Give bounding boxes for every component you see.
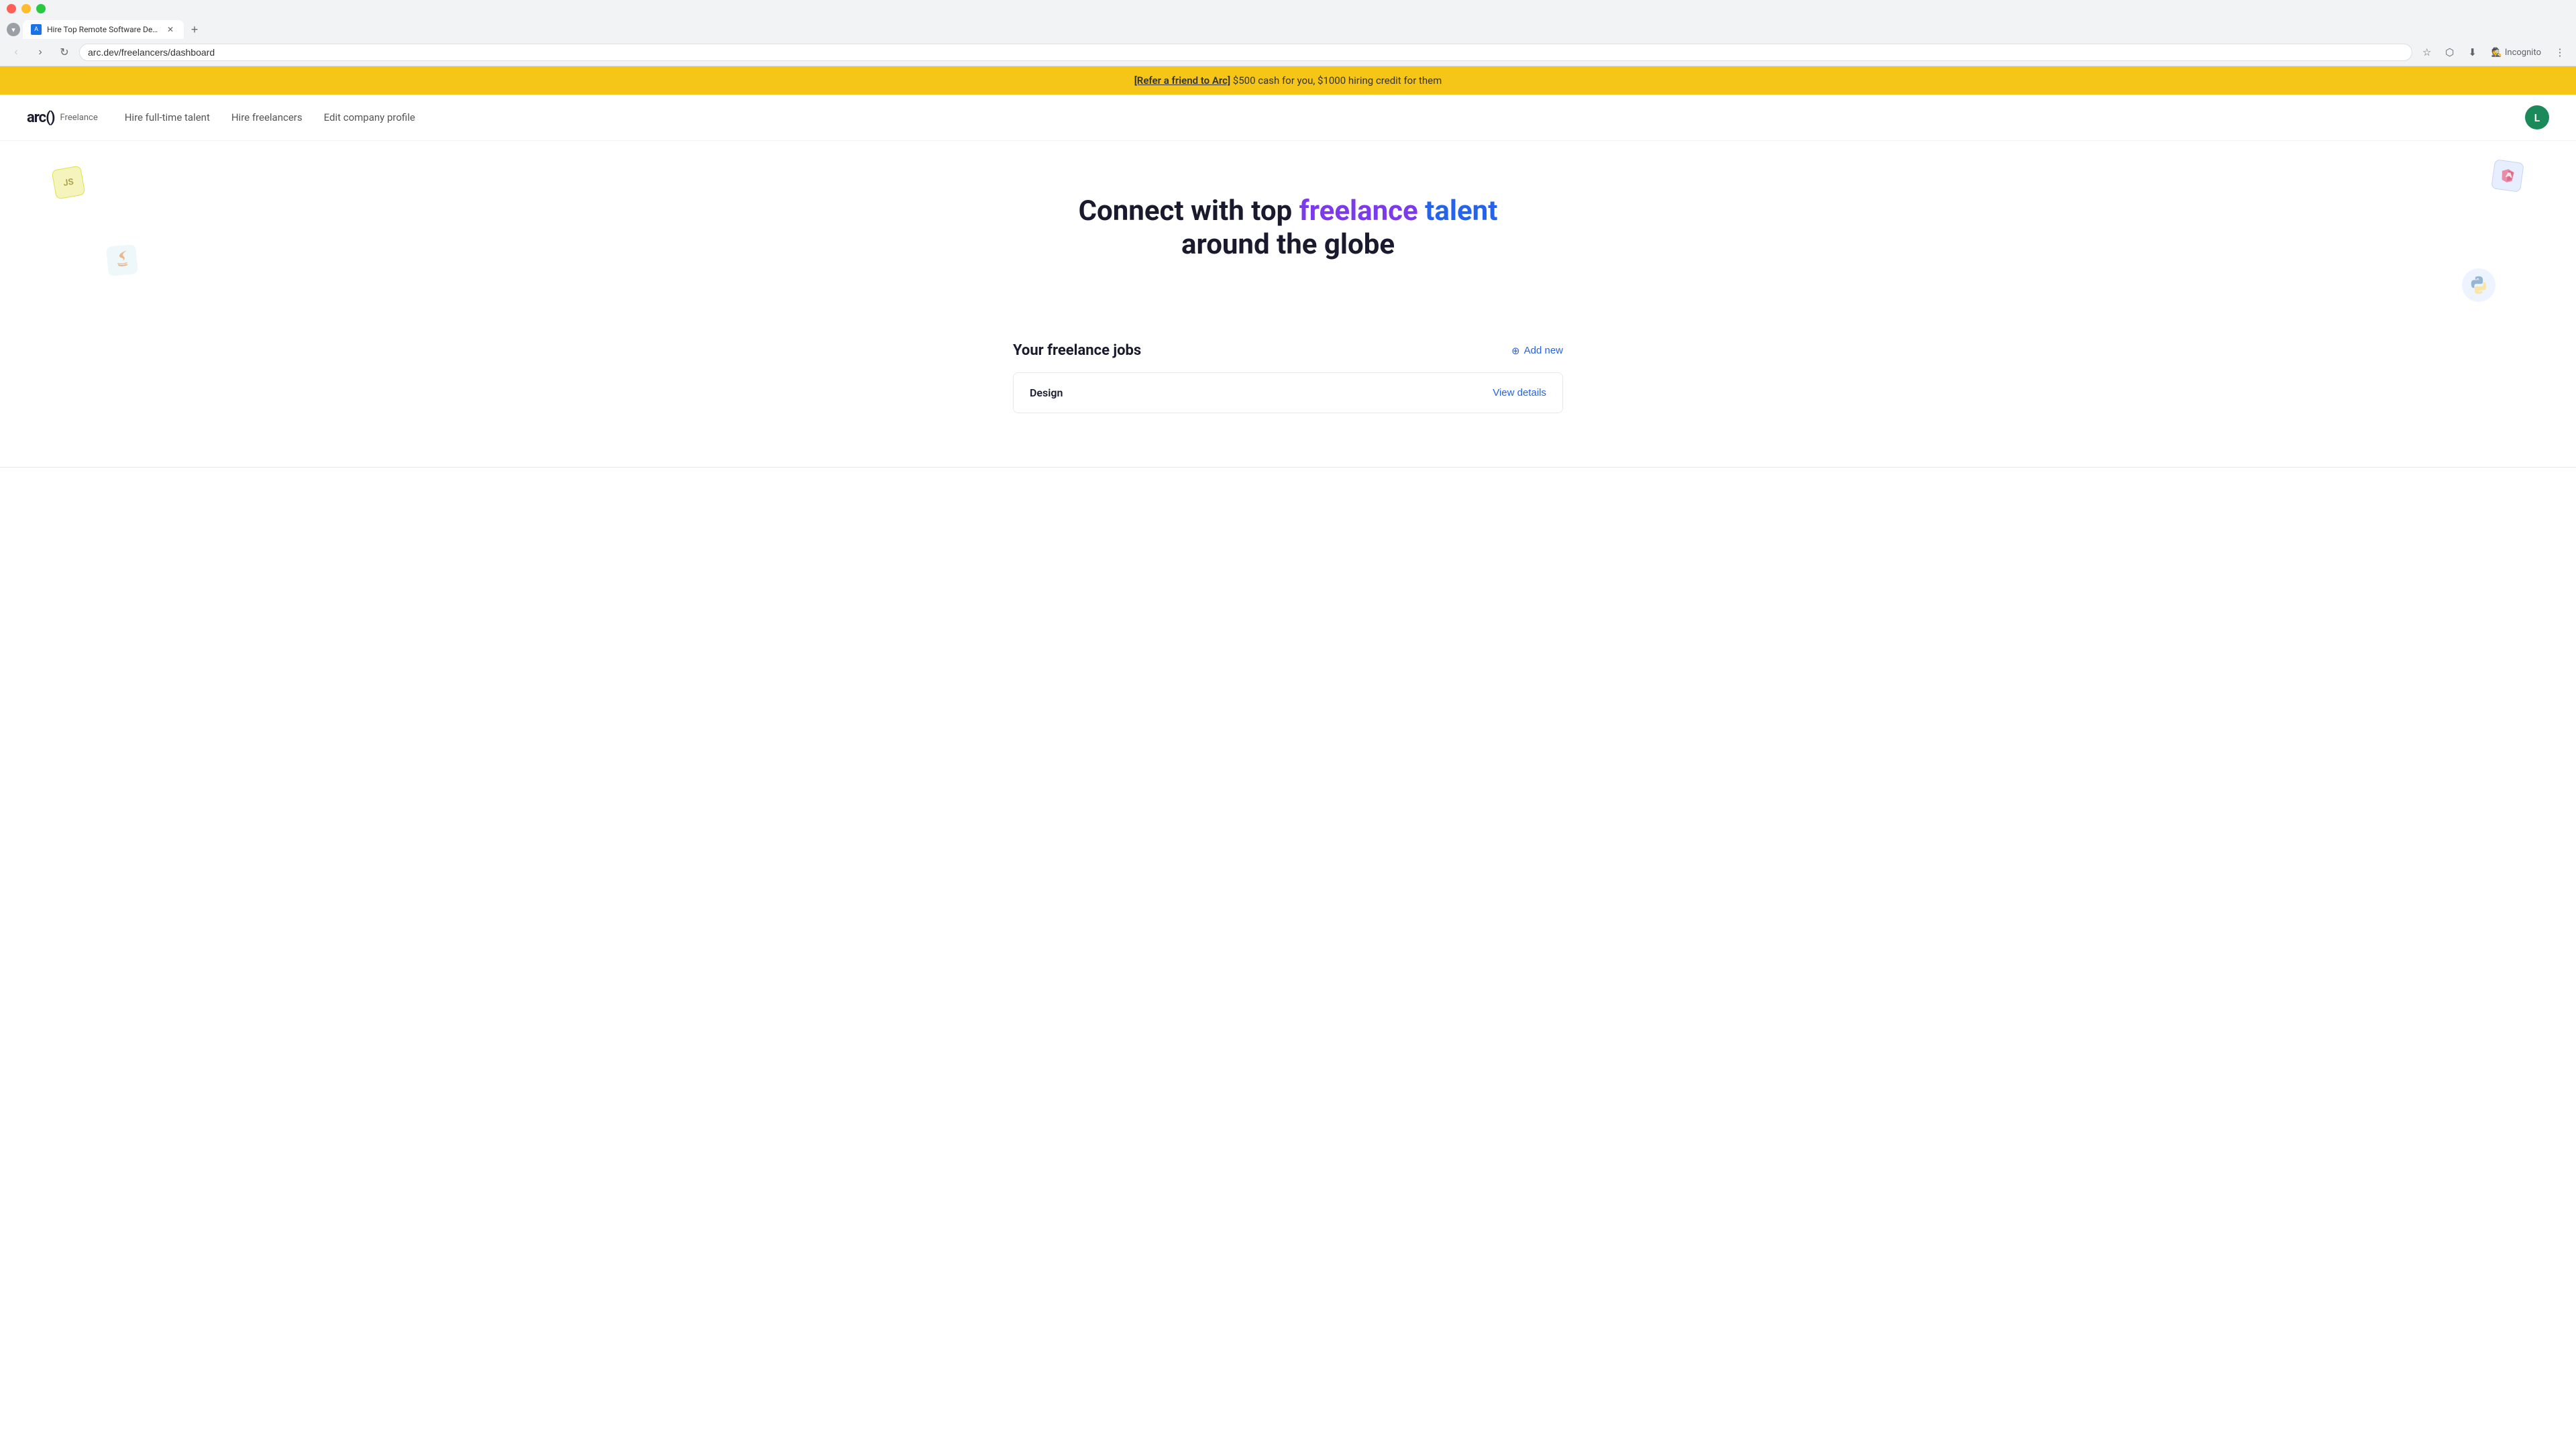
window-controls — [7, 4, 46, 13]
job-name: Design — [1030, 386, 1063, 399]
minimize-window-button[interactable] — [21, 4, 31, 13]
site-nav: arc() Freelance Hire full-time talent Hi… — [0, 95, 2576, 141]
tab-close-button[interactable]: ✕ — [165, 24, 176, 35]
angular-icon — [2491, 159, 2524, 193]
hero-title-freelance: freelance — [1299, 195, 1418, 227]
page-bottom-border — [0, 467, 2576, 468]
referral-link[interactable]: [Refer a friend to Arc] — [1134, 74, 1230, 87]
forward-button[interactable]: › — [31, 43, 50, 62]
page-content: [Refer a friend to Arc] $500 cash for yo… — [0, 66, 2576, 1435]
url-input[interactable] — [88, 47, 2404, 58]
reload-button[interactable]: ↻ — [55, 43, 74, 62]
logo[interactable]: arc() Freelance — [27, 109, 98, 126]
browser-toolbar: ‹ › ↻ ☆ ⬡ ⬇ 🕵 Incognito ⋮ — [0, 39, 2576, 66]
jobs-section-title: Your freelance jobs — [1013, 342, 1141, 359]
nav-edit-company[interactable]: Edit company profile — [324, 111, 415, 123]
hero-title-space — [1418, 195, 1425, 227]
jobs-header: Your freelance jobs ⊕ Add new — [1013, 329, 1563, 372]
add-new-label: Add new — [1524, 345, 1563, 356]
python-icon — [2462, 268, 2496, 302]
logo-text: arc() — [27, 109, 55, 126]
address-bar[interactable] — [79, 44, 2412, 61]
user-avatar[interactable]: L — [2525, 105, 2549, 129]
nav-hire-freelancers[interactable]: Hire freelancers — [231, 111, 303, 123]
nav-links: Hire full-time talent Hire freelancers E… — [125, 111, 2525, 123]
nav-hire-fulltime[interactable]: Hire full-time talent — [125, 111, 210, 123]
hero-title: Connect with top freelance talent around… — [27, 195, 2549, 262]
extensions-button[interactable]: ⬡ — [2440, 43, 2459, 62]
menu-button[interactable]: ⋮ — [2551, 43, 2569, 62]
active-tab[interactable]: A Hire Top Remote Software Dev… ✕ — [23, 20, 184, 39]
jobs-list: Design View details — [1013, 372, 1563, 413]
view-details-button[interactable]: View details — [1493, 387, 1546, 398]
hero-title-part2: around the globe — [1181, 228, 1395, 261]
tab-group-button[interactable]: ▾ — [7, 23, 20, 36]
browser-chrome: ▾ A Hire Top Remote Software Dev… ✕ + ‹ … — [0, 0, 2576, 66]
incognito-label: Incognito — [2505, 48, 2541, 58]
close-window-button[interactable] — [7, 4, 16, 13]
tab-favicon: A — [31, 24, 42, 35]
hero-section: JS Connect with top freelance talent a — [0, 141, 2576, 329]
titlebar — [0, 0, 2576, 17]
add-new-button[interactable]: ⊕ Add new — [1511, 345, 1563, 357]
table-row: Design View details — [1014, 373, 1562, 413]
new-tab-button[interactable]: + — [186, 21, 203, 38]
toolbar-icons: ☆ ⬡ ⬇ 🕵 Incognito ⋮ — [2418, 43, 2569, 62]
bookmark-button[interactable]: ☆ — [2418, 43, 2436, 62]
banner-message: $500 cash for you, $1000 hiring credit f… — [1230, 74, 1442, 87]
incognito-badge: 🕵 Incognito — [2486, 45, 2546, 60]
download-button[interactable]: ⬇ — [2463, 43, 2482, 62]
hero-title-talent: talent — [1425, 195, 1497, 227]
hero-title-part1: Connect with top — [1079, 195, 1299, 227]
add-new-icon: ⊕ — [1511, 345, 1520, 357]
maximize-window-button[interactable] — [36, 4, 46, 13]
tab-title: Hire Top Remote Software Dev… — [47, 25, 160, 34]
logo-badge: Freelance — [60, 113, 98, 123]
jobs-section: Your freelance jobs ⊕ Add new Design Vie… — [986, 329, 1590, 453]
tab-bar: ▾ A Hire Top Remote Software Dev… ✕ + — [0, 17, 2576, 39]
back-button[interactable]: ‹ — [7, 43, 25, 62]
promo-banner: [Refer a friend to Arc] $500 cash for yo… — [0, 66, 2576, 95]
incognito-icon: 🕵 — [2491, 48, 2502, 58]
